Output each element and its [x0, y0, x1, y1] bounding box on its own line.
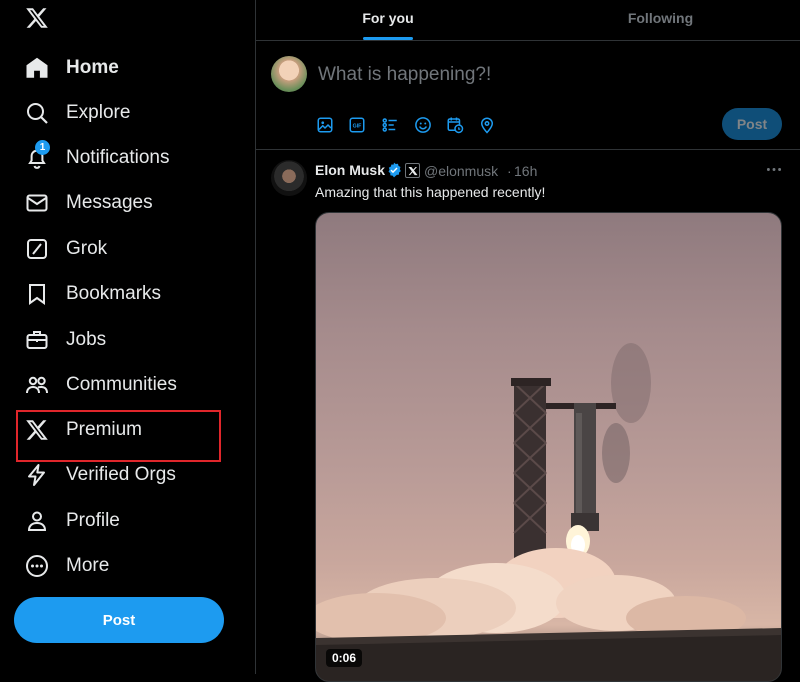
sidebar-item-label: Grok [66, 238, 108, 259]
verified-badge-icon [388, 162, 401, 178]
tweet-timestamp[interactable]: 16h [514, 163, 537, 179]
tab-label: Following [627, 10, 694, 26]
sidebar: Home Explore 1 Notifications Messages Gr… [0, 0, 255, 674]
tab-for-you[interactable]: For you [256, 0, 520, 40]
sidebar-item-notifications[interactable]: 1 Notifications [24, 140, 170, 173]
rocket-launch-video-frame [316, 343, 781, 681]
sidebar-item-label: More [66, 555, 110, 576]
avatar[interactable] [271, 56, 307, 92]
envelope-icon [24, 190, 50, 216]
tab-following[interactable]: Following [520, 0, 800, 40]
sidebar-item-label: Profile [66, 510, 120, 531]
sidebar-item-grok[interactable]: Grok [24, 234, 107, 264]
timeline-tabs: For you Following [256, 0, 800, 41]
video-duration: 0:06 [326, 649, 363, 667]
sidebar-item-bookmarks[interactable]: Bookmarks [24, 279, 161, 309]
tweet-author-name[interactable]: Elon Musk [315, 162, 385, 178]
tab-label: For you [362, 10, 414, 26]
main-timeline: For you Following GIF Post Elon Mu [255, 0, 800, 682]
grok-icon [24, 236, 50, 262]
poll-icon[interactable] [380, 115, 400, 135]
sidebar-item-explore[interactable]: Explore [24, 98, 130, 128]
image-icon[interactable] [315, 115, 335, 135]
composer: GIF Post [256, 41, 800, 150]
search-icon [24, 100, 50, 126]
sidebar-item-more[interactable]: More [24, 551, 109, 581]
sidebar-item-label: Premium [66, 419, 143, 440]
sidebar-item-profile[interactable]: Profile [24, 506, 120, 536]
composer-post-button[interactable]: Post [722, 108, 782, 140]
sidebar-item-label: Jobs [66, 329, 107, 350]
people-icon [24, 372, 50, 398]
sidebar-item-premium[interactable]: Premium [24, 415, 142, 445]
x-logo-icon [24, 417, 50, 443]
tweet-handle[interactable]: @elonmusk [424, 163, 498, 179]
sidebar-item-label: Communities [66, 374, 177, 395]
x-logo-icon[interactable] [24, 6, 50, 30]
gif-icon[interactable]: GIF [347, 115, 367, 135]
sidebar-item-label: Notifications [66, 147, 170, 168]
compose-input[interactable] [316, 61, 720, 89]
sidebar-item-label: Home [66, 57, 119, 78]
bell-icon: 1 [24, 140, 50, 171]
sidebar-item-label: Messages [66, 192, 153, 213]
tweet-text: Amazing that this happened recently! [315, 184, 546, 200]
schedule-icon[interactable] [445, 115, 465, 135]
active-tab-indicator [363, 37, 413, 40]
sidebar-item-verified-orgs[interactable]: Verified Orgs [24, 460, 176, 490]
notification-badge: 1 [35, 140, 50, 155]
sidebar-item-label: Bookmarks [66, 283, 162, 304]
post-button[interactable]: Post [14, 597, 224, 643]
sidebar-item-label: Verified Orgs [66, 464, 176, 485]
lightning-icon [24, 462, 50, 488]
avatar[interactable] [271, 160, 307, 196]
more-circle-icon [24, 553, 50, 579]
location-icon[interactable] [477, 115, 497, 135]
gif-label: GIF [353, 123, 363, 129]
sidebar-item-jobs[interactable]: Jobs [24, 325, 106, 355]
sidebar-item-messages[interactable]: Messages [24, 188, 153, 218]
affiliate-badge-icon[interactable] [405, 163, 420, 178]
tweet-video[interactable]: 0:06 [315, 212, 782, 682]
person-icon [24, 508, 50, 534]
briefcase-icon [24, 327, 50, 353]
sidebar-item-label: Explore [66, 102, 131, 123]
sidebar-item-communities[interactable]: Communities [24, 370, 177, 400]
bookmark-icon [24, 281, 50, 307]
separator-dot: · [507, 163, 512, 179]
tweet[interactable]: Elon Musk @elonmusk · 16h Amazing that t… [256, 150, 800, 682]
emoji-icon[interactable] [413, 115, 433, 135]
more-options-icon[interactable] [764, 164, 784, 174]
home-icon [24, 55, 50, 81]
sidebar-item-home[interactable]: Home [24, 53, 119, 83]
